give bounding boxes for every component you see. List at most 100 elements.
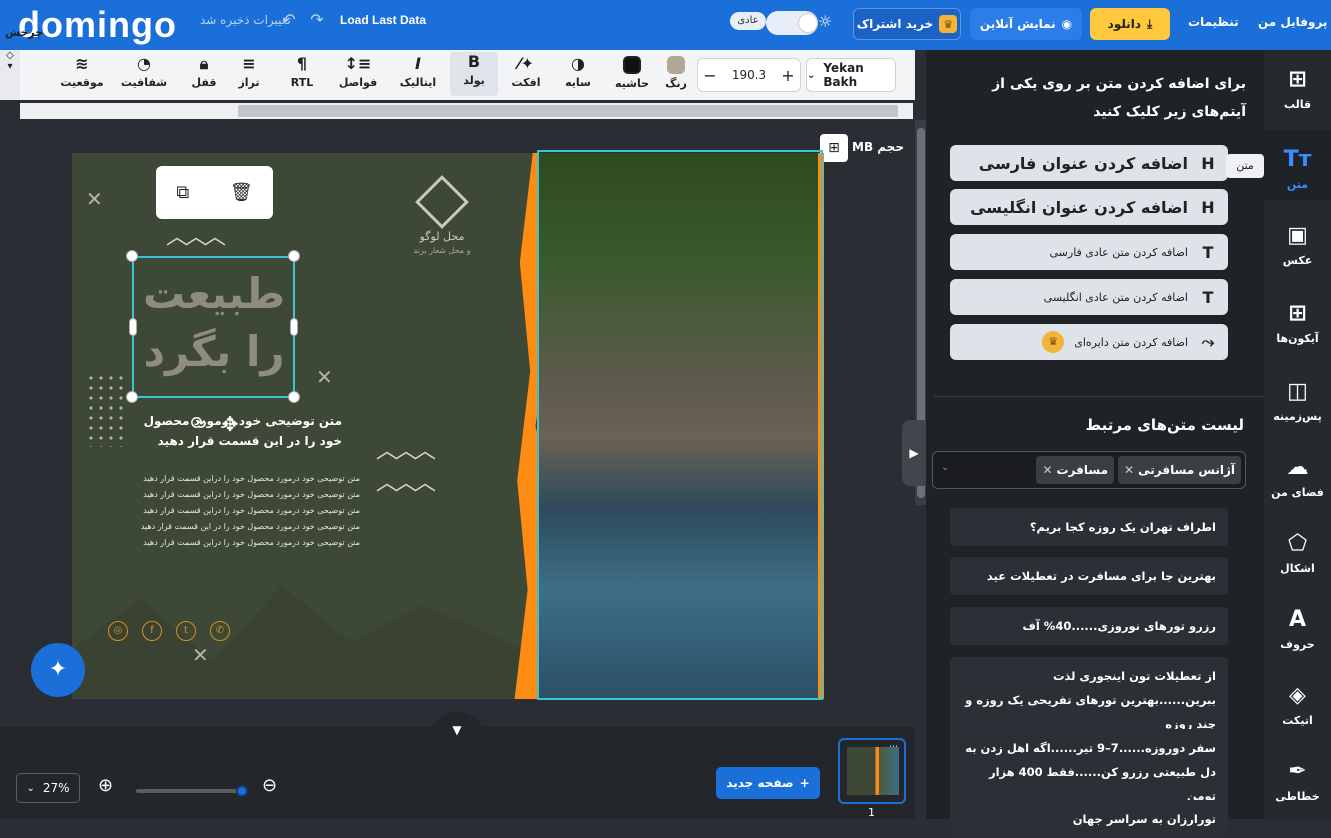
shapes-icon: ⬠: [1287, 531, 1308, 556]
resize-handle[interactable]: [126, 250, 138, 262]
theme-toggle[interactable]: [766, 11, 818, 35]
add-persian-heading-button[interactable]: H اضافه کردن عنوان فارسی: [950, 145, 1228, 181]
zoom-select[interactable]: ⌄ 27%: [16, 773, 80, 803]
whatsapp-icon: ✆: [210, 621, 230, 641]
zoom-slider[interactable]: [136, 785, 248, 797]
add-persian-text-button[interactable]: T اضافه کردن متن عادی فارسی: [950, 234, 1228, 270]
align-tool[interactable]: ≡ تراز: [225, 54, 273, 98]
toolbar-scroll-left[interactable]: ◇ ▾: [0, 50, 20, 100]
horizontal-scrollbar[interactable]: [20, 103, 913, 119]
spacing-label: فواصل: [338, 76, 378, 89]
decrease-size-button[interactable]: −: [698, 66, 722, 85]
add-item-label: اضافه کردن عنوان فارسی: [978, 153, 1188, 173]
tag-chip[interactable]: آژانس مسافرتی ✕: [1118, 456, 1241, 484]
move-handle-icon[interactable]: ✥: [218, 412, 242, 436]
position-tool[interactable]: ≋ موقعیت: [58, 54, 106, 98]
logo-placeholder[interactable]: محل لوگو و محل شعار برند: [392, 175, 492, 263]
load-last-data-button[interactable]: Load Last Data: [340, 13, 426, 27]
zoom-in-icon[interactable]: ⊕: [98, 775, 113, 796]
tag-chip[interactable]: مسافرت ✕: [1036, 456, 1115, 484]
shadow-tool[interactable]: ◑ سایه: [554, 54, 602, 98]
sidebar-item-my-space[interactable]: ☁ فضای من: [1264, 438, 1331, 508]
subscribe-label: خرید اشتراک: [856, 17, 934, 31]
chevron-down-icon[interactable]: ⌄: [941, 462, 949, 473]
effect-label: افکت: [511, 76, 541, 89]
sidebar-item-calligraphy[interactable]: ✒ خطاطی: [1264, 742, 1331, 812]
redo-icon[interactable]: ↷: [306, 10, 328, 32]
border-tool[interactable]: حاشیه: [608, 54, 656, 98]
add-item-label: اضافه کردن متن عادی انگلیسی: [1043, 290, 1188, 304]
sidebar-item-shapes[interactable]: ⬠ اشکال: [1264, 514, 1331, 584]
tag-label: آژانس مسافرتی: [1138, 463, 1235, 477]
rotate-handle-icon[interactable]: ⟳: [186, 413, 210, 437]
add-english-text-button[interactable]: T اضافه کردن متن عادی انگلیسی: [950, 279, 1228, 315]
bold-tool[interactable]: B بولد: [450, 52, 498, 96]
magic-wand-button[interactable]: ✦: [31, 643, 85, 697]
rotate-tool[interactable]: چرخش: [0, 4, 48, 48]
sidebar-item-letters[interactable]: A حروف: [1264, 590, 1331, 660]
download-button[interactable]: ⤓ دانلود: [1090, 8, 1170, 40]
sidebar-item-label: خطاطی: [1275, 790, 1320, 803]
add-english-heading-button[interactable]: H اضافه کردن عنوان انگلیسی: [950, 189, 1228, 225]
font-size-stepper[interactable]: − 190.3 +: [697, 58, 801, 92]
logo-subtitle: و محل شعار برند: [413, 246, 471, 255]
related-text-item[interactable]: رزرو تورهای نوروزی......40% آف: [950, 607, 1228, 645]
add-item-label: اضافه کردن متن دایره‌ای: [1074, 335, 1188, 349]
add-circular-text-button[interactable]: ⤳ اضافه کردن متن دایره‌ای ♛: [950, 324, 1228, 360]
online-preview-button[interactable]: ◉ نمایش آنلاین: [970, 8, 1082, 40]
trash-icon[interactable]: 🗑︎: [230, 182, 253, 203]
resize-handle[interactable]: [290, 318, 298, 336]
calculator-icon[interactable]: ⊞: [820, 134, 848, 162]
sidebar-item-sticker[interactable]: ◈ اتیکت: [1264, 666, 1331, 736]
settings-menu[interactable]: تنظیمات: [1188, 15, 1239, 29]
sidebar-item-image[interactable]: ▣ عکس: [1264, 206, 1331, 276]
related-text-item[interactable]: تورارزان به سراسر جهان: [950, 800, 1228, 838]
download-label: دانلود: [1107, 17, 1142, 31]
close-icon[interactable]: ✕: [1042, 463, 1052, 477]
close-icon[interactable]: ✕: [1124, 463, 1134, 477]
zoom-slider-knob[interactable]: [236, 785, 248, 797]
rtl-tool[interactable]: ¶ RTL: [278, 54, 326, 98]
profile-menu[interactable]: پروفایل من: [1258, 15, 1327, 29]
lock-tool[interactable]: 🔒︎ قفل: [180, 54, 228, 98]
page-thumbnail[interactable]: ⋯: [838, 738, 906, 804]
scrollbar-thumb[interactable]: [238, 105, 898, 117]
increase-size-button[interactable]: +: [776, 66, 800, 85]
undo-icon[interactable]: ↶: [278, 10, 300, 32]
tag-filter-input[interactable]: آژانس مسافرتی ✕ مسافرت ✕ ⌄: [932, 451, 1246, 489]
border-label: حاشیه: [614, 77, 650, 90]
font-select[interactable]: ⌄ Yekan Bakh: [806, 58, 896, 92]
resize-handle[interactable]: [129, 318, 137, 336]
zigzag-decoration: ︿︿︿ ︿︿︿: [376, 439, 436, 496]
transparency-tool[interactable]: ◔ شفافیت: [120, 54, 168, 98]
subscribe-button[interactable]: ♛ خرید اشتراک: [853, 8, 961, 40]
sidebar-item-text[interactable]: Tт متن: [1264, 130, 1331, 200]
sticker-icon: ◈: [1289, 683, 1306, 708]
related-text-item[interactable]: بهترین جا برای مسافرت در تعطیلات عید: [950, 557, 1228, 595]
collapse-panel-button[interactable]: ▶: [902, 420, 926, 486]
font-size-value[interactable]: 190.3: [722, 68, 776, 82]
sidebar-item-background[interactable]: ◫ پس‌زمینه: [1264, 362, 1331, 432]
italic-tool[interactable]: I ایتالیک: [394, 54, 442, 98]
effect-tool[interactable]: ⁄✦ افکت: [502, 54, 550, 98]
sidebar-item-icons[interactable]: ⊞ آیکون‌ها: [1264, 284, 1331, 354]
color-tool[interactable]: رنگ: [652, 54, 700, 98]
new-page-button[interactable]: + صفحه جدید: [716, 767, 820, 799]
facebook-icon: f: [142, 621, 162, 641]
resize-handle[interactable]: [288, 250, 300, 262]
sidebar-item-template[interactable]: ⊞ قالب: [1264, 50, 1331, 120]
selection-box[interactable]: [132, 256, 295, 398]
file-size-label: حجم MB: [852, 140, 904, 154]
zoom-out-icon[interactable]: ⊖: [262, 775, 277, 796]
more-options-icon[interactable]: ⋯: [889, 742, 898, 752]
duplicate-icon[interactable]: ⧉: [176, 182, 189, 203]
crown-icon: ♛: [1042, 331, 1065, 353]
description-small-text[interactable]: متن توضیحی خود درمورد محصول خود را دراین…: [132, 471, 360, 551]
curve-text-icon: ⤳: [1201, 332, 1215, 351]
x-decoration-icon: ✕: [192, 643, 209, 667]
resize-handle[interactable]: [288, 391, 300, 403]
chevron-down-icon: ⌄: [26, 782, 35, 794]
spacing-tool[interactable]: ↕≡ فواصل: [334, 54, 382, 98]
resize-handle[interactable]: [126, 391, 138, 403]
related-text-item[interactable]: اطراف تهران یک روزه کجا بریم؟: [950, 508, 1228, 546]
